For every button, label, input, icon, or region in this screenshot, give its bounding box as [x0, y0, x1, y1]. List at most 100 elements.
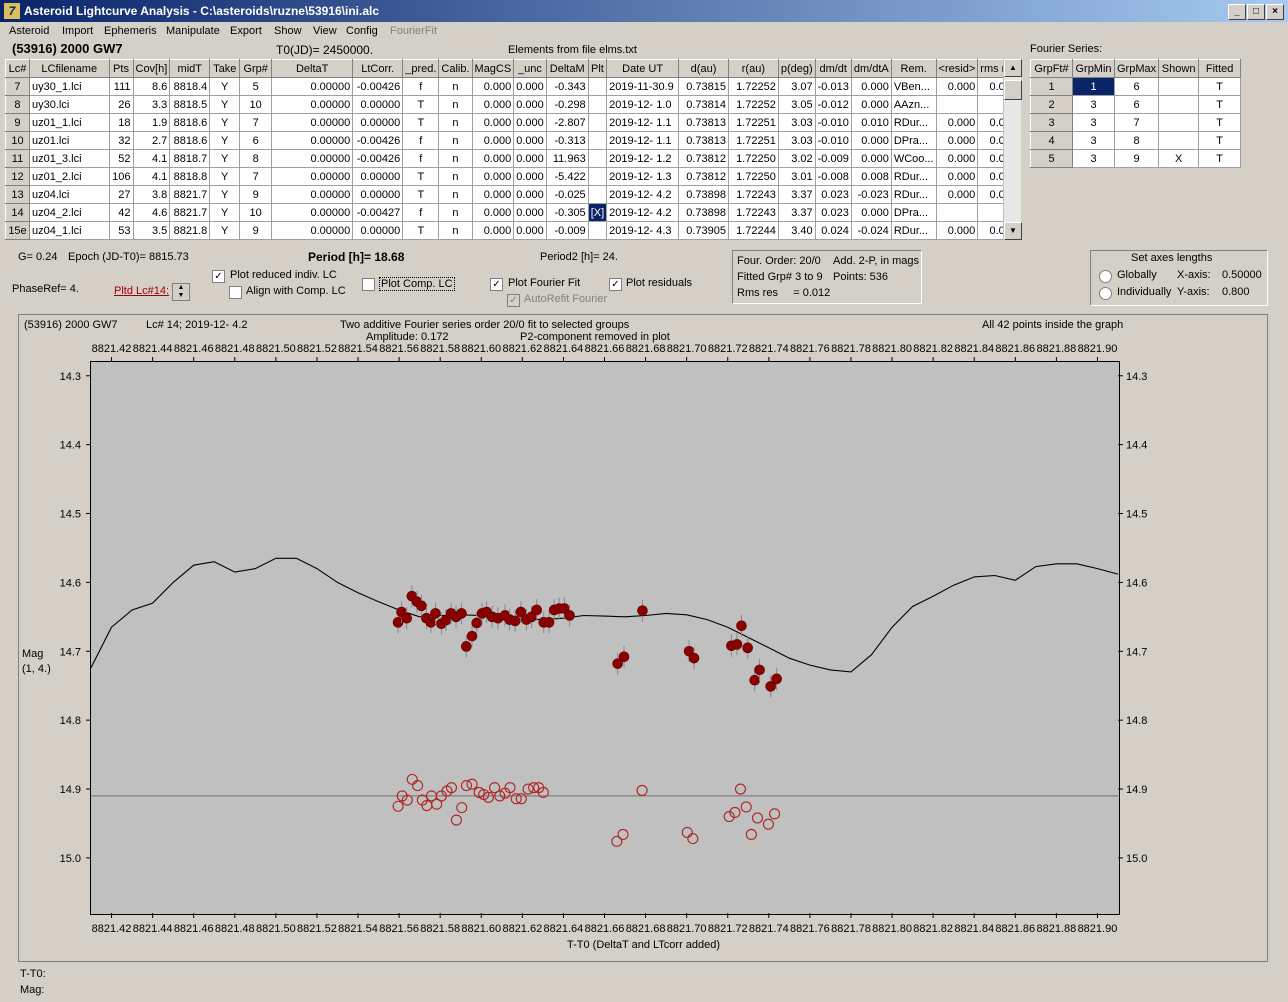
x-tick-label-top: 8821.72	[708, 343, 748, 355]
residual-point	[456, 802, 468, 814]
residual-point	[450, 814, 462, 826]
data-point	[466, 630, 478, 642]
y-tick-label: 14.7	[60, 646, 81, 658]
residual-point	[617, 828, 629, 841]
x-tick-label-top: 8821.90	[1078, 343, 1118, 355]
x-tick-label-top: 8821.74	[749, 343, 789, 355]
x-tick-label: 8821.76	[790, 923, 830, 935]
x-tick-label-top: 8821.80	[872, 343, 912, 355]
x-tick-label: 8821.72	[708, 923, 748, 935]
data-point	[416, 600, 427, 612]
x-tick-label: 8821.66	[585, 923, 625, 935]
x-tick-label: 8821.44	[133, 923, 173, 935]
x-tick-label: 8821.88	[1036, 923, 1076, 935]
residual-point	[687, 833, 699, 845]
data-point	[771, 673, 782, 685]
x-tick-label: 8821.78	[831, 923, 871, 935]
x-tick-label: 8821.90	[1078, 923, 1118, 935]
data-point	[509, 615, 521, 627]
data-point	[543, 617, 555, 628]
x-tick-label-top: 8821.84	[954, 343, 994, 355]
y-tick-label-right: 14.4	[1126, 440, 1147, 452]
x-tick-label: 8821.48	[215, 923, 255, 935]
x-tick-label: 8821.46	[174, 923, 214, 935]
x-tick-label: 8821.62	[502, 923, 542, 935]
y-tick-label: 14.9	[60, 784, 81, 796]
residual-point	[611, 835, 623, 847]
x-tick-label: 8821.52	[297, 923, 337, 935]
residual-point	[751, 812, 764, 824]
x-tick-label-top: 8821.52	[297, 343, 337, 355]
x-tick-label: 8821.84	[954, 923, 994, 935]
data-point	[471, 617, 483, 629]
y-tick-label-right: 14.7	[1126, 646, 1147, 658]
x-tick-label: 8821.82	[913, 923, 953, 935]
y-tick-label: 14.5	[60, 509, 81, 521]
x-tick-label-top: 8821.56	[379, 343, 419, 355]
data-point	[401, 612, 412, 624]
data-point	[749, 674, 760, 686]
data-point	[564, 610, 575, 621]
residual-point	[636, 784, 648, 796]
data-point	[618, 651, 630, 663]
x-tick-label: 8821.86	[995, 923, 1035, 935]
y-tick-label-right: 14.5	[1126, 509, 1147, 521]
data-point	[754, 664, 765, 676]
x-tick-label-top: 8821.78	[831, 343, 871, 355]
data-point	[531, 604, 543, 616]
x-tick-label: 8821.60	[461, 923, 501, 935]
x-tick-label: 8821.68	[626, 923, 666, 935]
residual-point	[412, 780, 424, 792]
fourier-fit-line	[90, 557, 1119, 673]
x-tick-label: 8821.74	[749, 923, 789, 935]
x-tick-label: 8821.80	[872, 923, 912, 935]
data-point	[460, 641, 472, 652]
residual-point	[681, 826, 693, 838]
x-tick-label: 8821.54	[338, 923, 378, 935]
x-tick-label-top: 8821.58	[420, 343, 460, 355]
y-tick-label-right: 14.9	[1126, 784, 1147, 796]
x-tick-label-top: 8821.54	[338, 343, 378, 355]
residual-point	[762, 818, 774, 830]
data-point	[736, 620, 747, 632]
x-tick-label-top: 8821.46	[174, 343, 214, 355]
residual-point	[740, 801, 752, 813]
residual-point	[745, 828, 757, 841]
data-point	[456, 608, 467, 619]
residual-point	[769, 808, 781, 820]
y-tick-label: 14.8	[60, 715, 81, 727]
y-tick-label: 14.3	[60, 371, 81, 383]
x-tick-label-top: 8821.68	[626, 343, 666, 355]
data-point	[688, 652, 700, 664]
data-point	[425, 617, 437, 628]
x-tick-label: 8821.58	[420, 923, 460, 935]
x-tick-label: 8821.70	[667, 923, 707, 935]
x-tick-label: 8821.42	[92, 923, 132, 935]
x-tick-label-top: 8821.60	[461, 343, 501, 355]
x-tick-label: 8821.56	[379, 923, 419, 935]
residual-point	[734, 783, 747, 795]
x-tick-label-top: 8821.42	[92, 343, 132, 355]
y-tick-label-right: 14.6	[1126, 577, 1147, 589]
data-point	[430, 608, 441, 619]
x-tick-label-top: 8821.66	[585, 343, 625, 355]
x-tick-label-top: 8821.50	[256, 343, 296, 355]
x-tick-label-top: 8821.82	[913, 343, 953, 355]
x-tick-label-top: 8821.76	[790, 343, 830, 355]
residual-point	[392, 800, 404, 812]
x-tick-label: 8821.64	[544, 923, 584, 935]
x-tick-label-top: 8821.62	[502, 343, 542, 355]
residual-point	[406, 773, 418, 785]
data-point	[742, 642, 753, 654]
data-point	[637, 605, 648, 616]
y-tick-label-right: 14.8	[1126, 715, 1147, 727]
x-tick-label-top: 8821.70	[667, 343, 707, 355]
x-tick-label: 8821.50	[256, 923, 296, 935]
residual-point	[466, 778, 478, 790]
x-tick-label-top: 8821.44	[133, 343, 173, 355]
x-tick-label-top: 8821.86	[995, 343, 1035, 355]
x-tick-label-top: 8821.48	[215, 343, 255, 355]
y-tick-label-right: 15.0	[1126, 853, 1147, 865]
data-point	[731, 639, 743, 650]
lightcurve-chart: 8821.428821.428821.448821.448821.468821.…	[60, 343, 1148, 935]
